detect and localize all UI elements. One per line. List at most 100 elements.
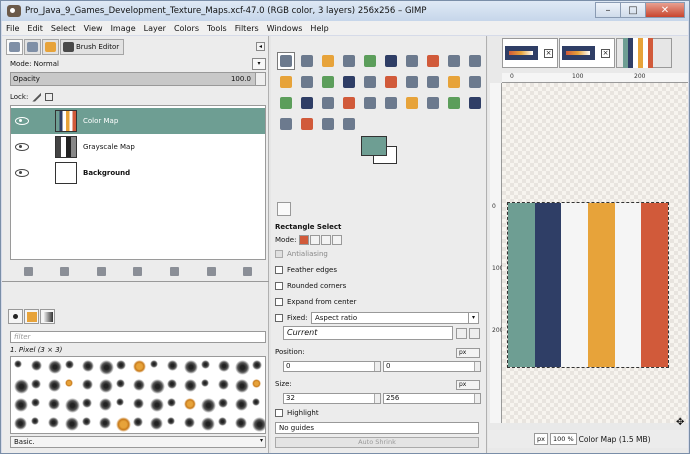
opacity-spinner[interactable] bbox=[255, 73, 265, 85]
tab-brush-editor[interactable]: Brush Editor bbox=[60, 39, 125, 55]
brush-preset[interactable] bbox=[252, 379, 261, 388]
brush-preset[interactable] bbox=[150, 379, 165, 394]
tool-select-by-color[interactable] bbox=[361, 52, 379, 70]
brush-preset[interactable] bbox=[65, 379, 73, 387]
brush-preset[interactable] bbox=[31, 398, 40, 407]
menu-select[interactable]: Select bbox=[51, 24, 76, 33]
brush-preset[interactable] bbox=[235, 417, 247, 429]
brush-preset[interactable] bbox=[201, 417, 215, 431]
brush-filter-input[interactable]: filter bbox=[10, 331, 266, 343]
brush-preset[interactable] bbox=[48, 398, 60, 410]
lock-alpha-icon[interactable] bbox=[45, 93, 54, 101]
brush-preset[interactable] bbox=[184, 360, 198, 374]
brush-preset[interactable] bbox=[116, 417, 131, 432]
mode-subtract-button[interactable] bbox=[321, 235, 332, 245]
spinner-icon[interactable] bbox=[374, 394, 380, 403]
tool-perspective[interactable] bbox=[424, 73, 442, 91]
tool-color-picker[interactable] bbox=[445, 52, 463, 70]
brush-preset[interactable] bbox=[65, 398, 80, 413]
mode-replace-button[interactable] bbox=[299, 235, 310, 245]
layer-row-background[interactable]: Background bbox=[11, 160, 265, 186]
brush-preset[interactable] bbox=[184, 379, 197, 392]
dock-separator[interactable] bbox=[2, 281, 269, 282]
brush-preset[interactable] bbox=[14, 398, 28, 412]
checkbox-box[interactable] bbox=[275, 409, 283, 417]
feather-edges-checkbox[interactable]: Feather edges bbox=[275, 266, 337, 274]
dock-menu-arrow-icon[interactable]: ◂ bbox=[256, 42, 265, 51]
tab-layers[interactable] bbox=[6, 39, 23, 55]
tool-scale[interactable] bbox=[382, 73, 400, 91]
anchor-layer-icon[interactable] bbox=[206, 266, 216, 276]
fixed-dropdown[interactable]: Aspect ratio ▾ bbox=[311, 312, 479, 324]
checkbox-box[interactable] bbox=[275, 298, 283, 306]
brush-preset[interactable] bbox=[235, 379, 249, 393]
tool-flip[interactable] bbox=[445, 73, 463, 91]
close-button[interactable]: ✕ bbox=[645, 2, 685, 18]
menu-layer[interactable]: Layer bbox=[144, 24, 166, 33]
tool-smudge[interactable] bbox=[319, 115, 337, 133]
tool-clone[interactable] bbox=[445, 94, 463, 112]
tab-undo[interactable] bbox=[42, 39, 59, 55]
foreground-color[interactable] bbox=[361, 136, 387, 156]
tool-move[interactable] bbox=[298, 73, 316, 91]
image-tab-3[interactable] bbox=[616, 38, 672, 68]
brush-preset[interactable] bbox=[82, 360, 94, 372]
vertical-ruler[interactable]: 0 100 200 bbox=[490, 83, 503, 423]
checkbox-box[interactable] bbox=[275, 282, 283, 290]
brush-preset[interactable] bbox=[201, 360, 210, 369]
brush-preset[interactable] bbox=[218, 379, 229, 390]
tool-bucket-fill[interactable] bbox=[298, 94, 316, 112]
brush-preset[interactable] bbox=[82, 379, 93, 390]
image-tab-1[interactable]: × bbox=[502, 38, 558, 68]
horizontal-ruler[interactable]: 0 100 200 bbox=[502, 73, 688, 83]
brush-preset[interactable] bbox=[99, 360, 114, 375]
menu-view[interactable]: View bbox=[84, 24, 103, 33]
menu-image[interactable]: Image bbox=[111, 24, 136, 33]
tab-paths[interactable] bbox=[24, 39, 41, 55]
minimize-button[interactable]: – bbox=[595, 2, 621, 18]
brush-preset[interactable] bbox=[150, 398, 164, 412]
duplicate-layer-icon[interactable] bbox=[170, 266, 180, 276]
tool-cage[interactable] bbox=[466, 73, 484, 91]
tool-heal[interactable] bbox=[466, 94, 484, 112]
tool-paths[interactable] bbox=[424, 52, 442, 70]
tool-align[interactable] bbox=[319, 73, 337, 91]
tool-text[interactable] bbox=[277, 94, 295, 112]
tool-foreground-select[interactable] bbox=[403, 52, 421, 70]
texture-map-image[interactable] bbox=[507, 202, 669, 368]
brush-preset[interactable] bbox=[116, 360, 126, 370]
mode-intersect-button[interactable] bbox=[332, 235, 343, 245]
navigate-icon[interactable]: ✥ bbox=[676, 418, 686, 428]
checkbox-box[interactable] bbox=[275, 266, 283, 274]
tool-crop[interactable] bbox=[340, 73, 358, 91]
spinner-icon[interactable] bbox=[374, 362, 380, 371]
size-height-input[interactable]: 256 bbox=[383, 393, 481, 404]
unit-dropdown[interactable]: px bbox=[534, 433, 548, 445]
tool-free-select[interactable] bbox=[319, 52, 337, 70]
brush-preset[interactable] bbox=[31, 379, 41, 389]
antialiasing-checkbox[interactable]: Antialiasing bbox=[275, 250, 328, 258]
size-unit-dropdown[interactable]: px bbox=[456, 380, 480, 390]
menu-edit[interactable]: Edit bbox=[27, 24, 43, 33]
checkbox-box[interactable] bbox=[275, 250, 283, 258]
eye-icon[interactable] bbox=[15, 169, 29, 177]
tool-rect-select[interactable] bbox=[277, 52, 295, 70]
tool-eraser[interactable] bbox=[382, 94, 400, 112]
tab-patterns[interactable] bbox=[24, 309, 39, 324]
maximize-button[interactable]: □ bbox=[620, 2, 646, 18]
brush-preset[interactable] bbox=[116, 379, 125, 388]
menu-help[interactable]: Help bbox=[310, 24, 328, 33]
image-tab-2[interactable]: × bbox=[559, 38, 615, 68]
tool-shear[interactable] bbox=[403, 73, 421, 91]
brush-preset[interactable] bbox=[116, 398, 124, 406]
brush-preset[interactable] bbox=[133, 417, 143, 427]
brush-preset[interactable] bbox=[31, 417, 39, 425]
tool-blur[interactable] bbox=[298, 115, 316, 133]
tool-options-tab[interactable] bbox=[277, 202, 291, 216]
tool-fuzzy-select[interactable] bbox=[340, 52, 358, 70]
tab-brushes[interactable] bbox=[8, 309, 23, 324]
brush-preset[interactable] bbox=[201, 379, 209, 387]
brush-preset[interactable] bbox=[82, 417, 91, 426]
checkbox-box[interactable] bbox=[275, 314, 283, 322]
brush-preset[interactable] bbox=[48, 417, 59, 428]
